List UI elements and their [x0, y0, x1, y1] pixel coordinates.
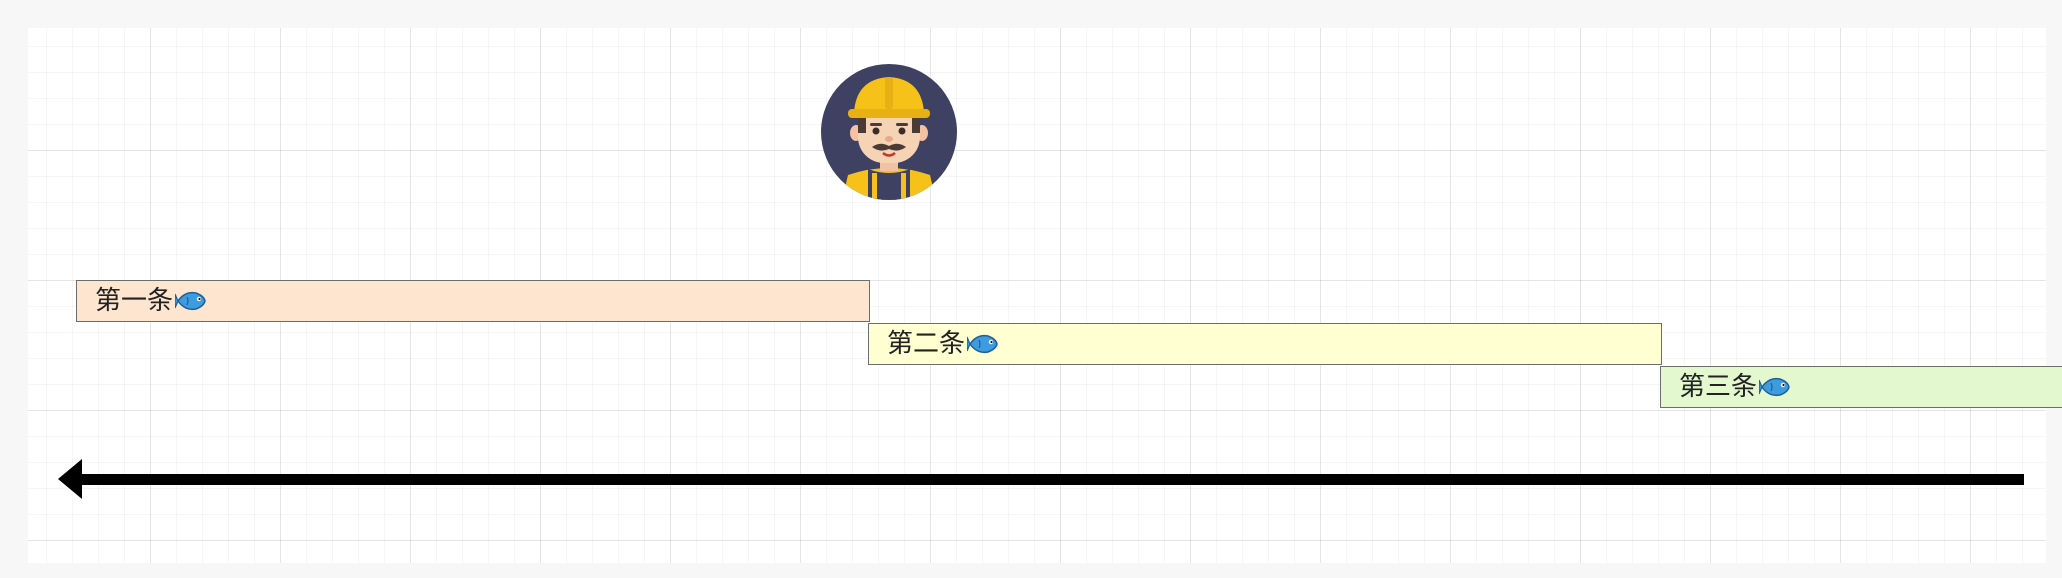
fish-icon — [1759, 377, 1790, 397]
stage-bar-1[interactable]: 第一条 — [76, 280, 870, 322]
stage-bar-3[interactable]: 第三条 — [1660, 366, 2062, 408]
stage-bar-label: 第二条 — [887, 329, 966, 359]
left-arrow-icon[interactable] — [58, 457, 2024, 501]
stage-bar-2[interactable]: 第二条 — [868, 323, 1662, 365]
stage-bar-label: 第三条 — [1679, 372, 1758, 402]
stage-bar-label: 第一条 — [95, 286, 174, 316]
fish-icon — [967, 334, 998, 354]
fish-icon — [175, 291, 206, 311]
construction-worker-avatar-icon[interactable] — [820, 63, 958, 201]
diagram-canvas: 第一条 第二条 第三条 — [0, 0, 2062, 578]
